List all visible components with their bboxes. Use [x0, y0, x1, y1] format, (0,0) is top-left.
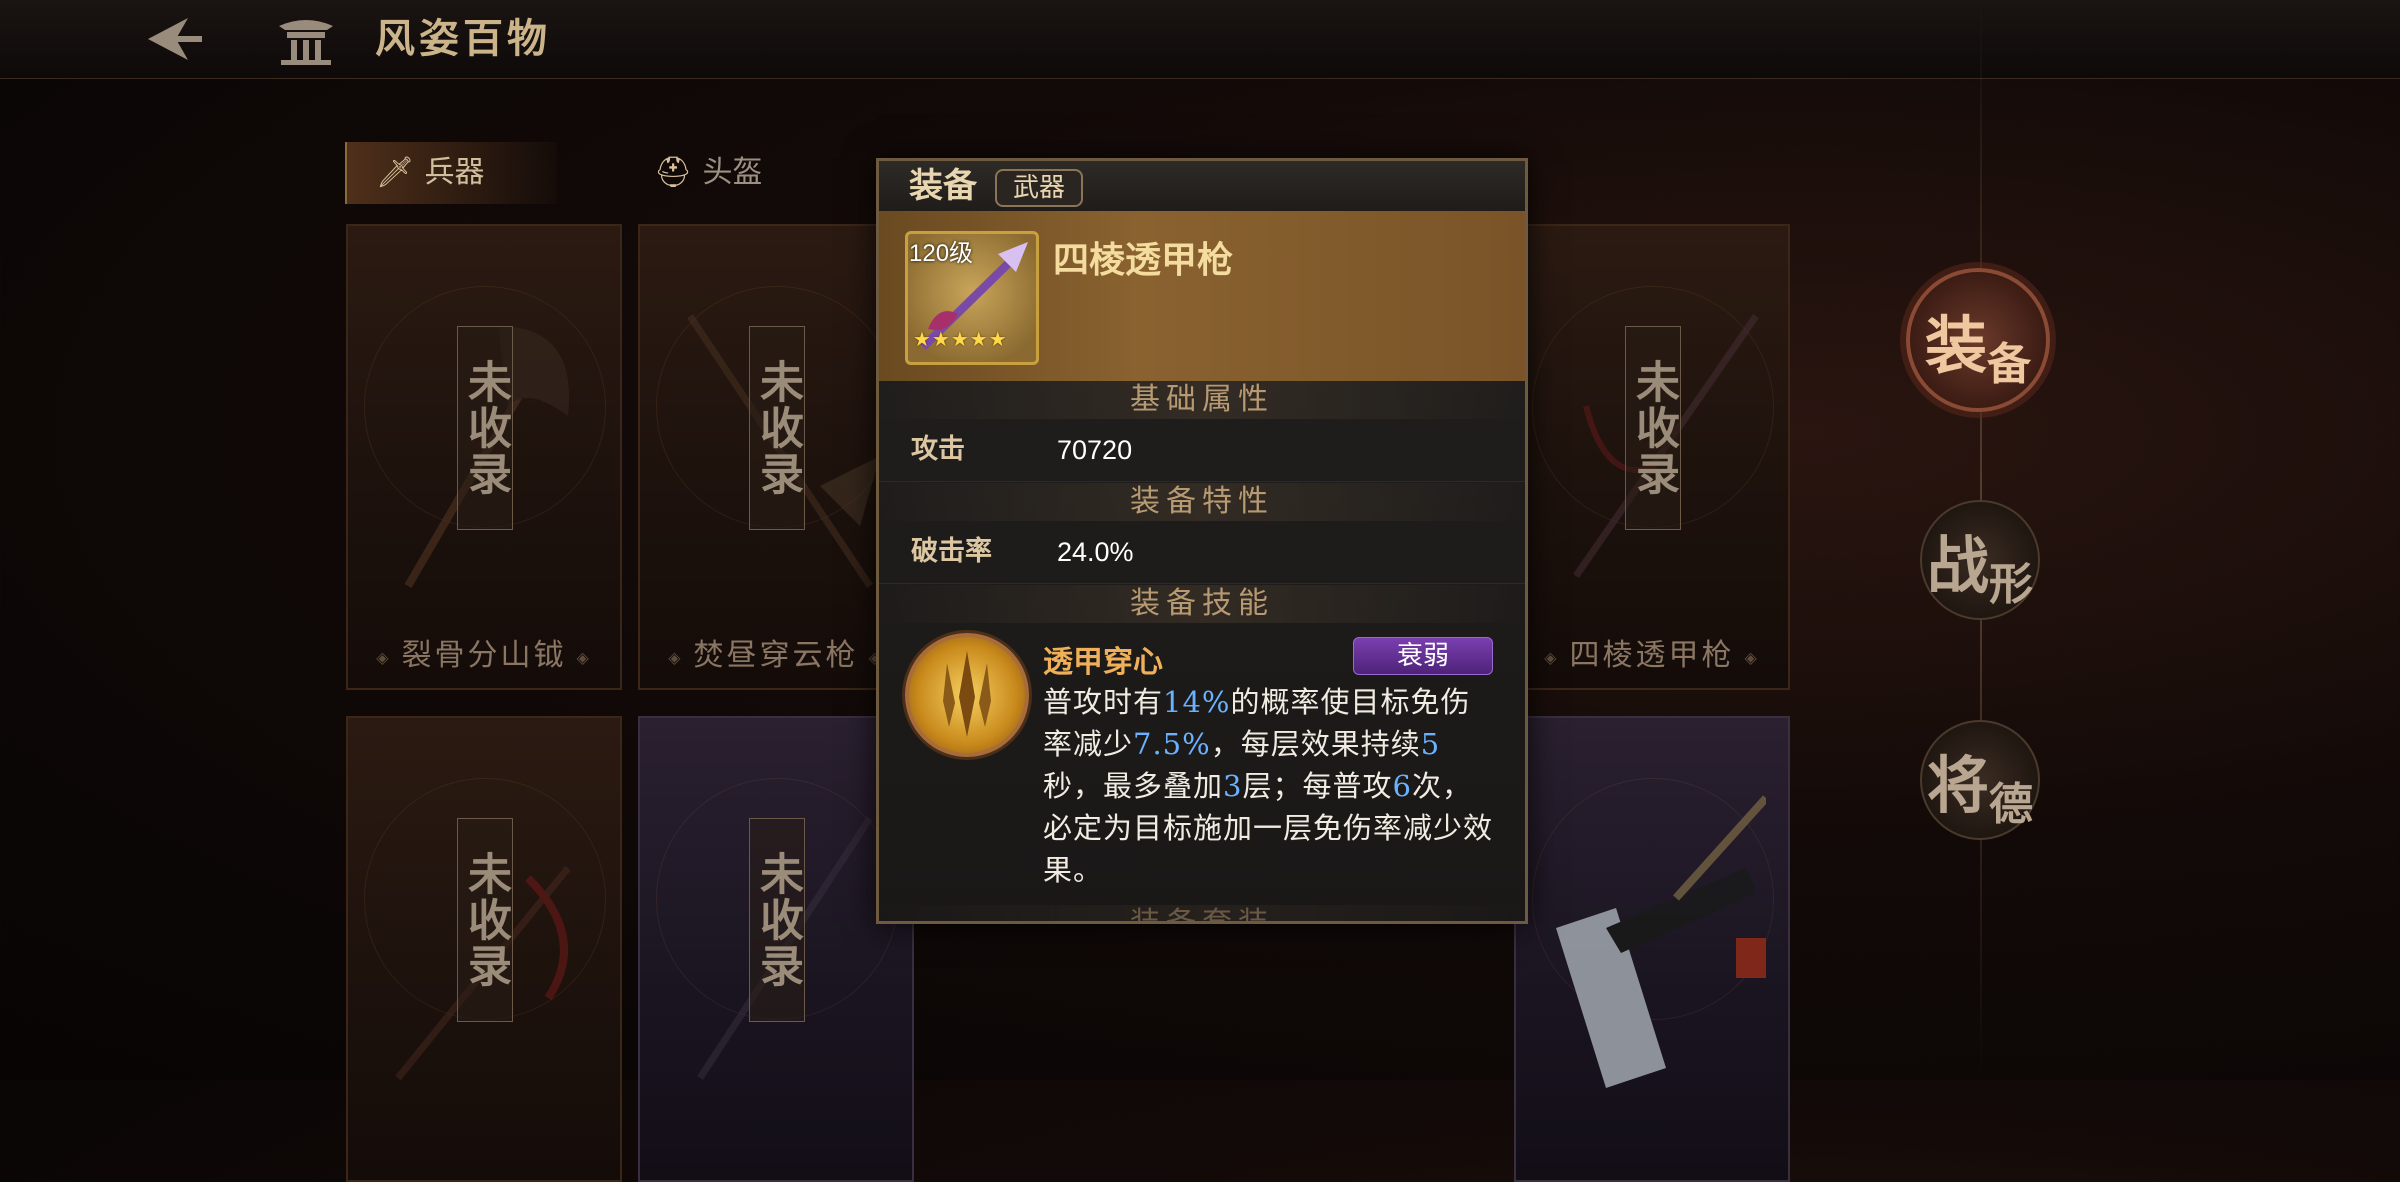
uncollected-label: 未收录 — [749, 818, 805, 1022]
skill-desc-value: 7.5% — [1133, 727, 1211, 761]
card-name: 四棱透甲枪 — [1516, 630, 1788, 674]
sidebar-virtue-label-1: 将 — [1926, 749, 1989, 822]
page-title: 风姿百物 — [375, 15, 551, 62]
back-arrow-icon — [148, 18, 202, 60]
equipment-card[interactable]: 未收录 — [638, 716, 914, 1182]
skill-desc-text: 普攻时有 — [1043, 685, 1164, 719]
uncollected-label: 未收录 — [1625, 326, 1681, 530]
skill-desc-value: 14% — [1163, 685, 1231, 719]
star-rating: ★★★★★ — [913, 327, 1008, 351]
skill-tag-badge: 衰弱 — [1353, 637, 1493, 675]
sidebar-virtue-button[interactable]: 将德 — [1920, 720, 2040, 840]
stat-label: 攻击 — [911, 434, 965, 465]
sidebar-formation-label-1: 战 — [1926, 529, 1989, 602]
sidebar-equipment-label-2: 备 — [1987, 339, 2031, 390]
tab-helmets[interactable]: ⛑ 头盔 — [625, 142, 763, 204]
blade-icon — [1556, 795, 1766, 1088]
card-name: 焚昼穿云枪 — [640, 630, 912, 674]
palace-icon — [275, 12, 337, 66]
back-button[interactable] — [130, 10, 210, 68]
item-name: 四棱透甲枪 — [1053, 239, 1234, 281]
sidebar-equipment-label-1: 装 — [1924, 309, 1987, 382]
blade-icon: 🗡 — [375, 155, 415, 190]
popup-title: 装备 — [909, 166, 977, 206]
equipment-card[interactable] — [1514, 716, 1790, 1182]
helmet-icon: ⛑ — [653, 155, 693, 190]
equipment-card[interactable]: 未收录 裂骨分山钺 — [346, 224, 622, 690]
item-banner: 120级 ★★★★★ 四棱透甲枪 — [879, 211, 1525, 381]
skill-description: 普攻时有14%的概率使目标免伤率减少7.5%，每层效果持续5秒，最多叠加3层；每… — [1043, 681, 1493, 891]
skill-icon — [905, 633, 1029, 757]
tab-weapons-label: 兵器 — [424, 155, 485, 190]
section-equipment-traits: 装备特性 — [879, 483, 1525, 521]
sidebar-formation-button[interactable]: 战形 — [1920, 500, 2040, 620]
sidebar-virtue-label-2: 德 — [1989, 779, 2033, 830]
stat-value: 24.0% — [1057, 537, 1134, 567]
stat-row-crit: 破击率 24.0% — [879, 521, 1525, 584]
stat-value: 70720 — [1057, 435, 1133, 465]
skill-desc-text: ，每层效果持续 — [1210, 727, 1421, 761]
equipment-card[interactable]: 未收录 — [346, 716, 622, 1182]
skill-desc-value: 3 — [1223, 769, 1243, 803]
stat-label: 破击率 — [911, 536, 992, 567]
uncollected-label: 未收录 — [457, 818, 513, 1022]
skill-desc-text: 秒，最多叠加 — [1043, 769, 1224, 803]
skill-desc-value: 5 — [1420, 727, 1441, 761]
equipment-card[interactable]: 未收录 四棱透甲枪 — [1514, 224, 1790, 690]
tab-weapons[interactable]: 🗡 兵器 — [345, 142, 557, 204]
skill-desc-value: 6 — [1392, 769, 1412, 803]
item-level: 120级 — [909, 240, 974, 267]
popup-header: 装备 武器 — [879, 161, 1525, 212]
equipment-card[interactable]: 未收录 焚昼穿云枪 — [638, 224, 914, 690]
skill-desc-text: 层；每普攻 — [1242, 769, 1393, 803]
section-next-partial: 装备套装 — [879, 905, 1525, 921]
tab-helmets-label: 头盔 — [702, 155, 763, 190]
sidebar-formation-label-2: 形 — [1989, 559, 2033, 610]
stat-row-attack: 攻击 70720 — [879, 419, 1525, 482]
equipment-detail-popup: 装备 武器 120级 ★★★★★ 四棱透甲枪 基础属性 攻击 70720 装备特… — [876, 158, 1528, 924]
triple-spear-icon — [943, 651, 991, 737]
uncollected-label: 未收录 — [749, 326, 805, 530]
section-equipment-skills: 装备技能 — [879, 585, 1525, 623]
equipment-type-badge: 武器 — [995, 169, 1083, 207]
skill-name: 透甲穿心 — [1043, 645, 1163, 680]
uncollected-label: 未收录 — [457, 326, 513, 530]
card-name: 裂骨分山钺 — [348, 630, 620, 674]
sidebar-equipment-button[interactable]: 装备 — [1906, 268, 2050, 412]
top-bar: 风姿百物 — [0, 0, 2400, 79]
section-base-attributes: 基础属性 — [879, 381, 1525, 419]
